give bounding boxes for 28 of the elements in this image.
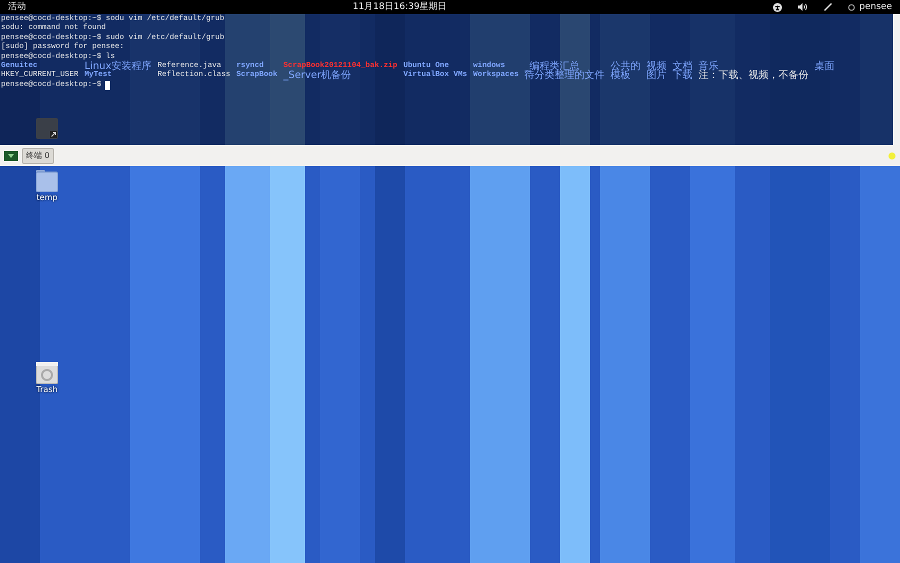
pen-icon[interactable] (824, 3, 832, 11)
status-icon[interactable] (848, 4, 856, 10)
show-desktop-icon[interactable] (4, 150, 18, 160)
file-name: _Server机备份 (283, 71, 352, 81)
scrollbar[interactable] (893, 14, 900, 145)
trash-icon[interactable] (36, 362, 58, 384)
file-name: 桌面 (814, 62, 835, 72)
file-name: Linux安装程序 (84, 62, 152, 72)
file-name: 文档 (672, 62, 693, 72)
accessibility-icon[interactable] (773, 2, 782, 12)
file-name: 下载 (672, 71, 693, 81)
file-name: 音乐 (698, 62, 719, 72)
file-name: _编程类汇总 (524, 62, 580, 72)
file-name: 图片 (646, 71, 667, 81)
file-name: 模板 (610, 71, 631, 81)
activities-button[interactable]: 活动 (8, 0, 26, 14)
cursor (105, 81, 110, 90)
file-name: 视频 (646, 62, 667, 72)
folder-icon[interactable] (36, 170, 58, 192)
icon-label[interactable]: Trash (30, 384, 64, 396)
file-name: 公共的 (610, 62, 641, 72)
user-menu[interactable]: pensee (859, 0, 892, 14)
file-name: 注：下载、视频，不备份 (698, 71, 809, 81)
folder-shortcut-icon[interactable] (36, 116, 58, 139)
volume-icon[interactable] (798, 3, 808, 11)
task-button[interactable]: 终端 0 (22, 148, 54, 164)
clock[interactable]: 11月18日16:39星期日 (352, 2, 447, 12)
icon-label[interactable]: temp (30, 192, 64, 204)
